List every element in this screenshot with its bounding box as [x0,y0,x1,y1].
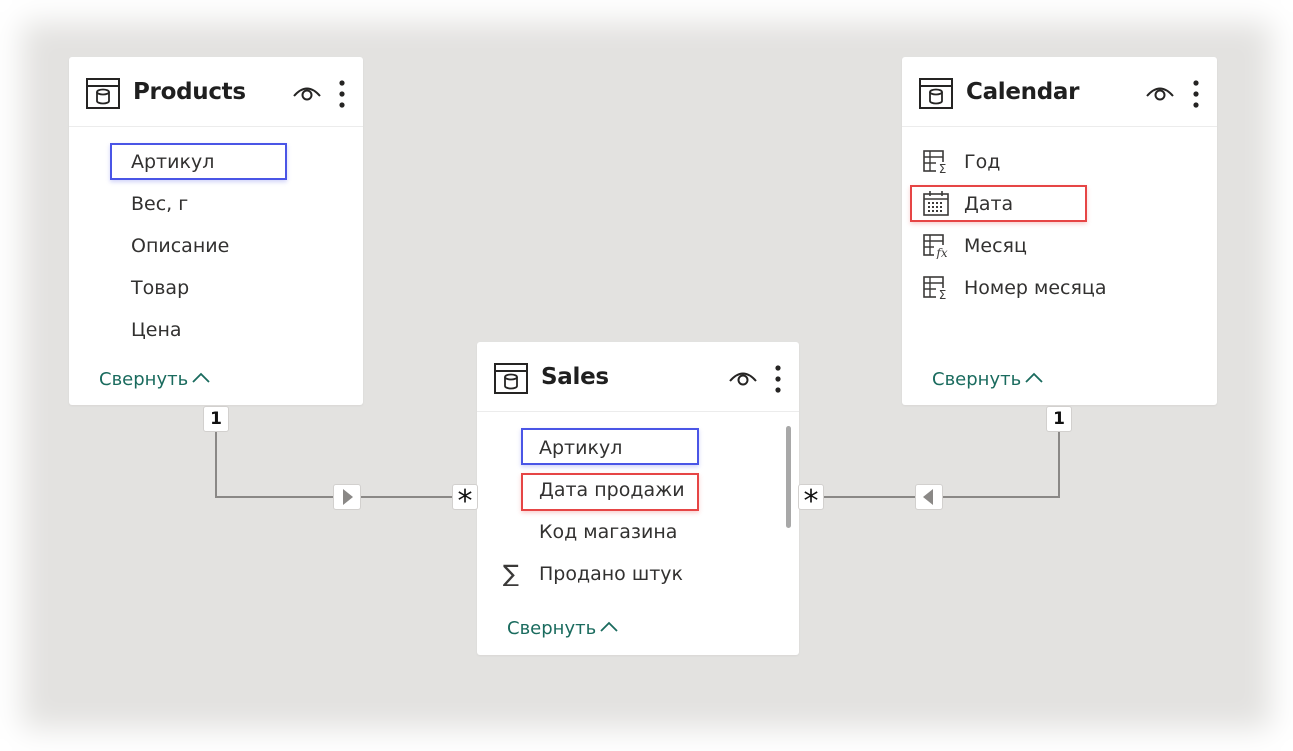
card-header: Sales [477,342,799,412]
table-title: Products [133,79,246,105]
cardinality-label: 1 [1046,406,1072,432]
svg-text:∑: ∑ [503,560,519,586]
arrow-right-icon [343,489,353,505]
svg-text:Σ: Σ [939,162,947,175]
calculated-column-icon: Σ [923,150,949,175]
table-card-products[interactable]: Products Артикул Вес, г Описание Товар Ц… [69,57,363,405]
chevron-up-icon [600,621,618,632]
table-icon [494,363,528,394]
field-item[interactable]: Артикул [539,434,622,462]
cardinality-label: 1 [203,406,229,432]
field-item[interactable]: Год [964,148,1000,176]
table-title: Calendar [966,79,1080,105]
cardinality-label: * [798,484,824,519]
svg-text:Σ: Σ [939,288,947,301]
arrow-left-icon [923,489,933,505]
field-item[interactable]: Описание [131,232,229,260]
field-item[interactable]: Месяц [964,232,1027,260]
table-title: Sales [541,364,609,390]
collapse-link[interactable]: Свернуть [932,369,1043,390]
field-item[interactable]: Номер месяца [964,274,1107,302]
filter-direction-arrow[interactable] [333,484,361,510]
collapse-link[interactable]: Свернуть [99,369,210,390]
eye-icon[interactable] [292,83,322,103]
table-icon [919,78,953,109]
collapse-label: Свернуть [507,618,597,639]
table-card-sales[interactable]: Sales Артикул Дата продажи Код магазина … [477,342,799,655]
table-icon [86,78,120,109]
sigma-icon: ∑ [503,560,519,586]
calendar-icon [923,191,949,216]
more-options-icon[interactable] [1191,79,1201,109]
card-header: Products [69,57,363,127]
scrollbar[interactable] [786,426,791,528]
eye-icon[interactable] [1145,83,1175,103]
function-column-icon: fx [923,234,950,259]
table-card-calendar[interactable]: Calendar Σ Год Дата fx Месяц Σ Номер мес… [902,57,1217,405]
collapse-link[interactable]: Свернуть [507,618,618,639]
collapse-label: Свернуть [99,369,189,390]
chevron-up-icon [192,372,210,383]
chevron-up-icon [1025,372,1043,383]
field-item[interactable]: Дата продажи [539,476,685,504]
field-item[interactable]: Код магазина [539,518,677,546]
more-options-icon[interactable] [337,79,347,109]
calculated-column-icon: Σ [923,276,949,301]
card-header: Calendar [902,57,1217,127]
eye-icon[interactable] [728,368,758,388]
cardinality-label: * [452,484,478,519]
field-item[interactable]: Артикул [131,148,214,176]
more-options-icon[interactable] [773,364,783,394]
field-item[interactable]: Продано штук [539,560,683,588]
filter-direction-arrow[interactable] [915,484,943,510]
collapse-label: Свернуть [932,369,1022,390]
field-item[interactable]: Вес, г [131,190,188,218]
svg-text:fx: fx [935,246,947,259]
field-item[interactable]: Товар [131,274,189,302]
field-item[interactable]: Дата [964,190,1013,218]
field-item[interactable]: Цена [131,316,182,344]
